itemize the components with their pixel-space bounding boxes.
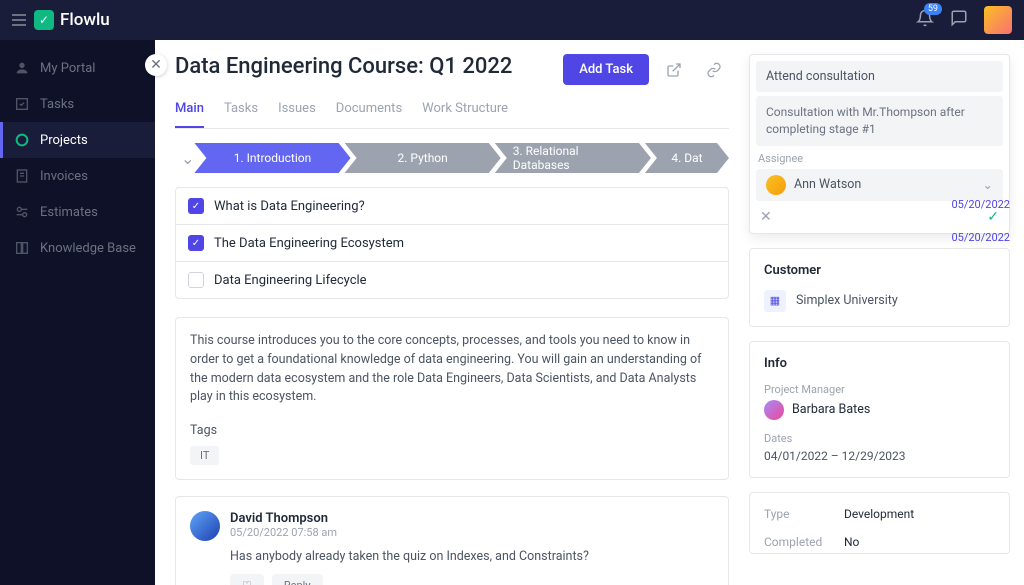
dates-value: 04/01/2022 – 12/29/2023: [764, 449, 995, 463]
check-item[interactable]: Data Engineering Lifecycle: [176, 262, 728, 298]
comment-author: David Thompson: [230, 511, 337, 526]
stage-prev[interactable]: ⌄: [175, 149, 200, 168]
completed-value: No: [844, 535, 995, 549]
user-icon: [14, 60, 30, 76]
messages-button[interactable]: [950, 9, 968, 31]
assignee-label: Assignee: [756, 146, 1003, 169]
checkbox-icon[interactable]: [188, 272, 204, 288]
sidebar-item-estimates[interactable]: Estimates: [0, 194, 155, 230]
estimate-icon: [14, 204, 30, 220]
logo[interactable]: ✓ Flowlu: [34, 10, 110, 30]
external-link-icon: [666, 62, 682, 78]
sidebar: My Portal Tasks Projects Invoices Estima…: [0, 40, 155, 585]
sidebar-item-invoices[interactable]: Invoices: [0, 158, 155, 194]
pm-avatar: [764, 400, 784, 420]
invoice-icon: [14, 168, 30, 184]
stage-2[interactable]: 2. Python: [345, 143, 501, 173]
check-item[interactable]: ✓ What is Data Engineering?: [176, 188, 728, 225]
sidebar-item-knowledge-base[interactable]: Knowledge Base: [0, 230, 155, 266]
logo-icon: ✓: [34, 10, 54, 30]
due-date[interactable]: 05/20/2022: [951, 198, 1010, 211]
stage-3[interactable]: 3. Relational Databases: [495, 143, 651, 173]
sidebar-label: Knowledge Base: [40, 241, 136, 256]
due-date[interactable]: 05/20/2022: [951, 231, 1010, 244]
page-title: Data Engineering Course: Q1 2022: [175, 54, 512, 79]
reply-button[interactable]: Reply: [272, 574, 323, 585]
comment-body: Has anybody already taken the quiz on In…: [230, 549, 714, 564]
sidebar-item-tasks[interactable]: Tasks: [0, 86, 155, 122]
user-avatar[interactable]: [984, 6, 1012, 34]
checkbox-icon[interactable]: ✓: [188, 235, 204, 251]
comment-timestamp: 05/20/2022 07:58 am: [230, 526, 337, 539]
copy-link-button[interactable]: [699, 55, 729, 85]
check-label: Data Engineering Lifecycle: [214, 273, 367, 288]
assignee-name: Ann Watson: [794, 177, 861, 192]
tab-work-structure[interactable]: Work Structure: [422, 95, 508, 128]
type-value: Development: [844, 507, 995, 521]
notifications-button[interactable]: 59: [916, 9, 934, 31]
sidebar-label: Projects: [40, 133, 88, 148]
pm-label: Project Manager: [764, 383, 995, 396]
menu-toggle[interactable]: [12, 14, 26, 26]
tags-label: Tags: [190, 423, 714, 438]
info-card: Info Project Manager Barbara Bates Dates…: [749, 341, 1010, 478]
checkbox-icon[interactable]: ✓: [188, 198, 204, 214]
add-task-button[interactable]: Add Task: [563, 54, 649, 85]
check-icon: [14, 96, 30, 112]
sidebar-item-projects[interactable]: Projects: [0, 122, 155, 158]
check-label: The Data Engineering Ecosystem: [214, 236, 404, 251]
close-panel-button[interactable]: ✕: [145, 54, 167, 76]
notif-badge: 59: [924, 3, 942, 15]
info-grid-card: Type Development Completed No: [749, 492, 1010, 554]
sidebar-label: My Portal: [40, 61, 95, 76]
link-icon: [706, 62, 722, 78]
building-icon: ▦: [764, 290, 786, 312]
tab-tasks[interactable]: Tasks: [224, 95, 258, 128]
customer-row[interactable]: ▦ Simplex University: [764, 290, 995, 312]
tag[interactable]: IT: [190, 446, 219, 465]
popup-task-title[interactable]: Attend consultation: [756, 61, 1003, 92]
stage-1[interactable]: 1. Introduction: [194, 143, 350, 173]
stage-4[interactable]: 4. Dat: [645, 143, 729, 173]
open-external-button[interactable]: [659, 55, 689, 85]
pm-name: Barbara Bates: [792, 402, 870, 417]
assignee-avatar: [766, 175, 786, 195]
info-heading: Info: [764, 356, 995, 371]
sidebar-label: Tasks: [40, 97, 74, 112]
brand-name: Flowlu: [60, 10, 110, 30]
comment-avatar[interactable]: [190, 511, 220, 541]
tab-main[interactable]: Main: [175, 95, 204, 128]
popup-cancel[interactable]: ✕: [760, 209, 772, 225]
popup-task-desc[interactable]: Consultation with Mr.Thompson after comp…: [756, 96, 1003, 146]
chat-icon: [950, 9, 968, 27]
topbar: ✓ Flowlu 59: [0, 0, 1024, 40]
customer-heading: Customer: [764, 263, 995, 278]
stage-breadcrumb: ⌄ 1. Introduction 2. Python 3. Relationa…: [175, 143, 729, 173]
customer-name: Simplex University: [796, 293, 898, 308]
assignee-select[interactable]: Ann Watson: [756, 169, 1003, 201]
dates-label: Dates: [764, 432, 995, 445]
pm-row[interactable]: Barbara Bates: [764, 400, 995, 420]
like-button[interactable]: ♡: [230, 574, 264, 585]
tabs: Main Tasks Issues Documents Work Structu…: [175, 95, 729, 129]
completed-label: Completed: [764, 535, 844, 549]
ring-icon: [14, 132, 30, 148]
sidebar-item-my-portal[interactable]: My Portal: [0, 50, 155, 86]
sidebar-label: Estimates: [40, 205, 98, 220]
tab-issues[interactable]: Issues: [278, 95, 316, 128]
comment: David Thompson 05/20/2022 07:58 am Has a…: [175, 496, 729, 585]
checklist: ✓ What is Data Engineering? ✓ The Data Eng…: [175, 187, 729, 299]
check-item[interactable]: ✓ The Data Engineering Ecosystem: [176, 225, 728, 262]
type-label: Type: [764, 507, 844, 521]
tab-documents[interactable]: Documents: [336, 95, 402, 128]
book-icon: [14, 240, 30, 256]
sidebar-label: Invoices: [40, 169, 88, 184]
description-card: This course introduces you to the core c…: [175, 317, 729, 480]
description-text: This course introduces you to the core c…: [190, 332, 714, 407]
check-label: What is Data Engineering?: [214, 199, 365, 214]
